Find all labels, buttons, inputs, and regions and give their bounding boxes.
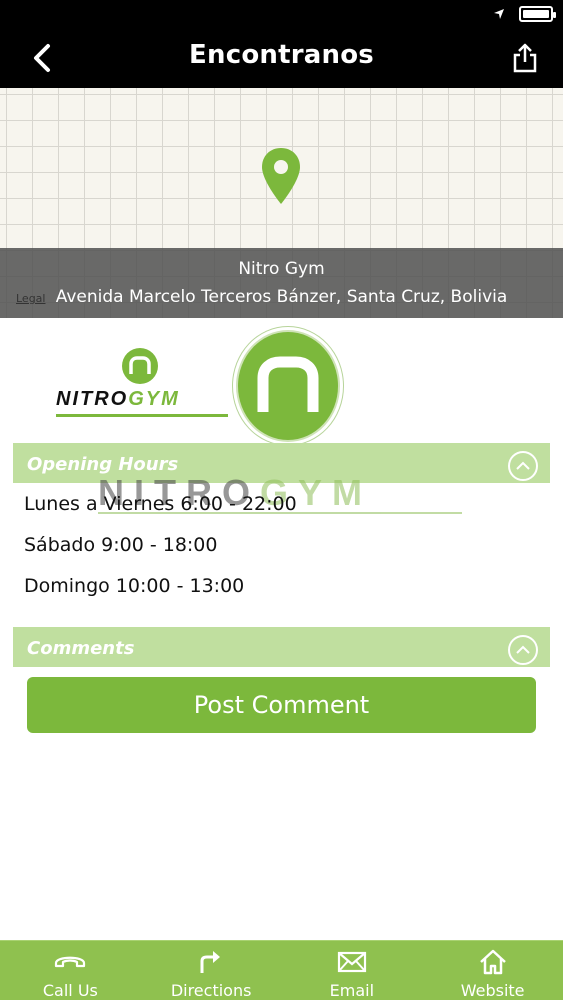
email-icon: [337, 947, 367, 977]
tab-label: Call Us: [42, 981, 98, 1000]
battery-icon: [519, 6, 556, 22]
hours-row: Sábado 9:00 - 18:00: [24, 534, 218, 556]
page-title: Encontranos: [189, 40, 374, 70]
status-bar: [0, 0, 563, 28]
comments-title: Comments: [27, 638, 135, 659]
collapse-comments-button[interactable]: [508, 635, 538, 665]
place-address: Avenida Marcelo Terceros Bánzer, Santa C…: [55, 287, 508, 307]
share-icon: [513, 43, 537, 73]
map-pin-icon[interactable]: [260, 146, 302, 210]
tab-bar: Call Us Directions Email Website: [0, 940, 563, 1000]
chevron-up-icon: [516, 461, 530, 470]
post-comment-button[interactable]: Post Comment: [27, 677, 536, 733]
tab-label: Email: [329, 981, 375, 1000]
logo-wordmark: NITROGYM: [56, 388, 180, 411]
hours-row: Lunes a Viernes 6:00 - 22:00: [24, 493, 297, 515]
logo-word-nitro: NITRO: [56, 388, 129, 410]
map-view[interactable]: Legal Nitro Gym Avenida Marcelo Terceros…: [0, 88, 563, 318]
tab-label: Directions: [170, 981, 252, 1000]
comments-header[interactable]: Comments: [13, 627, 550, 667]
tab-directions[interactable]: Directions: [141, 941, 282, 1000]
tab-label: Website: [460, 981, 525, 1000]
opening-hours-list: Lunes a Viernes 6:00 - 22:00 Sábado 9:00…: [24, 490, 297, 613]
collapse-opening-hours-button[interactable]: [508, 451, 538, 481]
tab-email[interactable]: Email: [282, 941, 423, 1000]
directions-icon: [198, 947, 224, 977]
share-button[interactable]: [505, 38, 545, 78]
logo-word-gym: GYM: [128, 388, 180, 410]
tab-website[interactable]: Website: [422, 941, 563, 1000]
location-arrow-icon: [493, 8, 505, 20]
map-legal-link[interactable]: Legal: [16, 292, 45, 305]
nav-bar: Encontranos: [0, 28, 563, 88]
home-icon: [479, 947, 507, 977]
chevron-up-icon: [516, 645, 530, 654]
logo-area: NITROGYM: [0, 318, 563, 448]
map-address-overlay: Nitro Gym Avenida Marcelo Terceros Bánze…: [0, 248, 563, 318]
logo-mark-large-icon: [236, 330, 340, 442]
status-bar-indicators: [493, 6, 556, 22]
tab-call-us[interactable]: Call Us: [0, 941, 141, 1000]
place-name: Nitro Gym: [238, 259, 325, 279]
hours-row: Domingo 10:00 - 13:00: [24, 575, 245, 597]
nitro-gym-logo: NITROGYM: [56, 348, 236, 418]
phone-icon: [53, 947, 87, 977]
logo-underline: [56, 414, 228, 417]
logo-mark-icon: [122, 348, 158, 384]
